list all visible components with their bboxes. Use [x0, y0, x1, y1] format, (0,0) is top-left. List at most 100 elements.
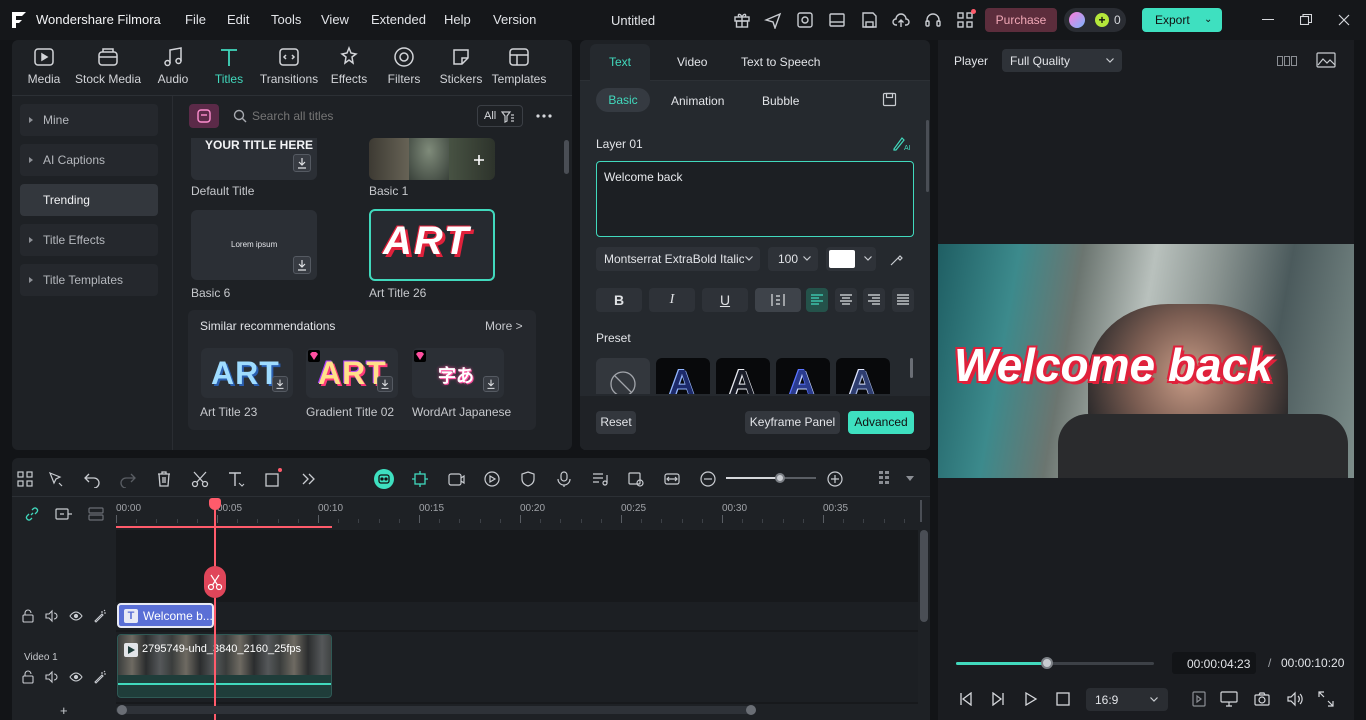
preset-none[interactable] — [596, 358, 650, 394]
sidebar-item-trending[interactable]: Trending — [20, 184, 158, 216]
sidebar-item-ai-captions[interactable]: AI Captions — [20, 144, 158, 176]
eyedropper-icon[interactable] — [890, 252, 904, 266]
tab-stickers[interactable]: Stickers — [431, 46, 491, 86]
rec-thumb-gradient02[interactable]: ART — [306, 348, 398, 398]
sidebar-item-title-templates[interactable]: Title Templates — [20, 264, 158, 296]
speaker-icon[interactable] — [45, 609, 59, 623]
video-clip[interactable]: 2795749-uhd_3840_2160_25fps — [117, 634, 332, 698]
advanced-button[interactable]: Advanced — [848, 411, 914, 434]
download-icon[interactable] — [293, 256, 311, 274]
preset-item-3[interactable]: A — [776, 358, 830, 394]
snapshot-image-icon[interactable] — [1316, 52, 1336, 68]
select-pointer-icon[interactable] — [47, 470, 65, 488]
aspect-ratio-dropdown[interactable]: 16:9 — [1086, 688, 1168, 711]
clip-settings-icon[interactable] — [627, 470, 645, 488]
track-manager-icon[interactable] — [88, 506, 104, 522]
lock-icon[interactable] — [21, 670, 35, 684]
bold-button[interactable]: B — [596, 288, 642, 312]
align-center-icon[interactable] — [835, 288, 857, 312]
delete-icon[interactable] — [155, 470, 173, 488]
preset-item-2[interactable]: A — [716, 358, 770, 394]
ai-title-button[interactable] — [189, 104, 219, 128]
align-justify-icon[interactable] — [892, 288, 914, 312]
fit-timeline-icon[interactable] — [663, 470, 681, 488]
speaker-icon[interactable] — [45, 670, 59, 684]
crop-icon[interactable] — [264, 468, 282, 488]
tab-media[interactable]: Media — [14, 46, 74, 86]
similar-more-link[interactable]: More > — [485, 319, 523, 333]
letter-spacing-button[interactable] — [755, 288, 801, 312]
tab-audio[interactable]: Audio — [143, 46, 203, 86]
render-preview-icon[interactable] — [1192, 691, 1206, 707]
send-icon[interactable] — [764, 11, 782, 29]
playback-progress-knob[interactable] — [1041, 657, 1054, 669]
split-scissors-icon[interactable] — [191, 470, 209, 488]
apps-grid-icon[interactable] — [956, 9, 976, 29]
sidebar-item-mine[interactable]: Mine — [20, 104, 158, 136]
underline-button[interactable]: U — [702, 288, 748, 312]
more-tools-icon[interactable] — [299, 470, 317, 488]
zoom-slider-knob[interactable] — [775, 473, 785, 483]
reset-button[interactable]: Reset — [596, 411, 636, 434]
minimize-icon[interactable] — [1262, 19, 1274, 20]
horizontal-scroll-right-handle[interactable] — [746, 705, 756, 715]
color-picker[interactable] — [826, 247, 876, 271]
purchase-button[interactable]: Purchase — [985, 8, 1057, 32]
assets-icon[interactable] — [796, 11, 814, 29]
title-thumb-basic6[interactable]: Lorem ipsum — [191, 210, 317, 280]
play-icon[interactable] — [1024, 692, 1038, 706]
credits-pill[interactable]: + 0 — [1064, 8, 1126, 32]
keyframe-panel-button[interactable]: Keyframe Panel — [745, 411, 840, 434]
magic-wand-icon[interactable] — [93, 670, 107, 684]
video-preview[interactable]: Welcome back — [938, 244, 1354, 478]
editor-scrollbar[interactable] — [926, 120, 929, 192]
tab-text-to-speech[interactable]: Text to Speech — [741, 55, 820, 69]
title-text-field[interactable] — [596, 161, 914, 237]
preset-scrollbar[interactable] — [910, 358, 913, 378]
shield-mask-icon[interactable] — [519, 470, 537, 488]
save-icon[interactable] — [860, 11, 878, 29]
add-track-icon[interactable] — [55, 506, 73, 522]
magic-wand-icon[interactable] — [93, 609, 107, 623]
save-preset-icon[interactable] — [882, 92, 897, 107]
lock-icon[interactable] — [21, 609, 35, 623]
redo-icon[interactable] — [119, 470, 137, 488]
ai-video-icon[interactable] — [447, 470, 465, 488]
rec-thumb-wordart-japanese[interactable]: 字あ — [412, 348, 504, 398]
camera-snapshot-icon[interactable] — [1254, 691, 1270, 707]
horizontal-scroll-left-handle[interactable] — [117, 705, 127, 715]
auto-beat-icon[interactable] — [411, 470, 429, 488]
cloud-upload-icon[interactable] — [892, 11, 910, 29]
menu-tools[interactable]: Tools — [271, 12, 301, 27]
audio-mix-icon[interactable] — [591, 470, 609, 488]
subtab-bubble[interactable]: Bubble — [762, 94, 799, 108]
title-thumb-basic1[interactable] — [369, 138, 495, 180]
display-monitor-icon[interactable] — [1220, 691, 1238, 707]
support-headset-icon[interactable] — [924, 11, 942, 29]
export-button[interactable]: Export ⌄ — [1142, 8, 1222, 32]
menu-file[interactable]: File — [185, 12, 206, 27]
timeline-vertical-thumb[interactable] — [920, 530, 928, 622]
subtab-basic[interactable]: Basic — [596, 88, 650, 112]
preview-overlay-title[interactable]: Welcome back — [954, 338, 1273, 392]
menu-version[interactable]: Version — [493, 12, 536, 27]
tab-stock-media[interactable]: Stock Media — [73, 46, 143, 86]
tab-transitions[interactable]: Transitions — [259, 46, 319, 86]
subtab-animation[interactable]: Animation — [671, 94, 724, 108]
search-input[interactable] — [252, 106, 467, 126]
grid-view-icon[interactable] — [1277, 54, 1297, 68]
sidebar-item-title-effects[interactable]: Title Effects — [20, 224, 158, 256]
filter-dropdown[interactable]: All — [477, 105, 523, 127]
timeline-settings-grid-icon[interactable] — [878, 469, 894, 487]
volume-icon[interactable] — [1286, 691, 1304, 707]
layout-icon[interactable] — [828, 11, 846, 29]
menu-edit[interactable]: Edit — [227, 12, 249, 27]
tab-text[interactable]: Text — [590, 44, 650, 81]
preset-item-1[interactable]: A — [656, 358, 710, 394]
download-icon[interactable] — [293, 154, 311, 172]
library-scrollbar[interactable] — [564, 140, 569, 174]
align-left-icon[interactable] — [806, 288, 828, 312]
gift-icon[interactable] — [733, 11, 751, 29]
title-thumb-art26[interactable]: ART — [369, 209, 495, 281]
playhead-handle[interactable] — [209, 498, 221, 510]
